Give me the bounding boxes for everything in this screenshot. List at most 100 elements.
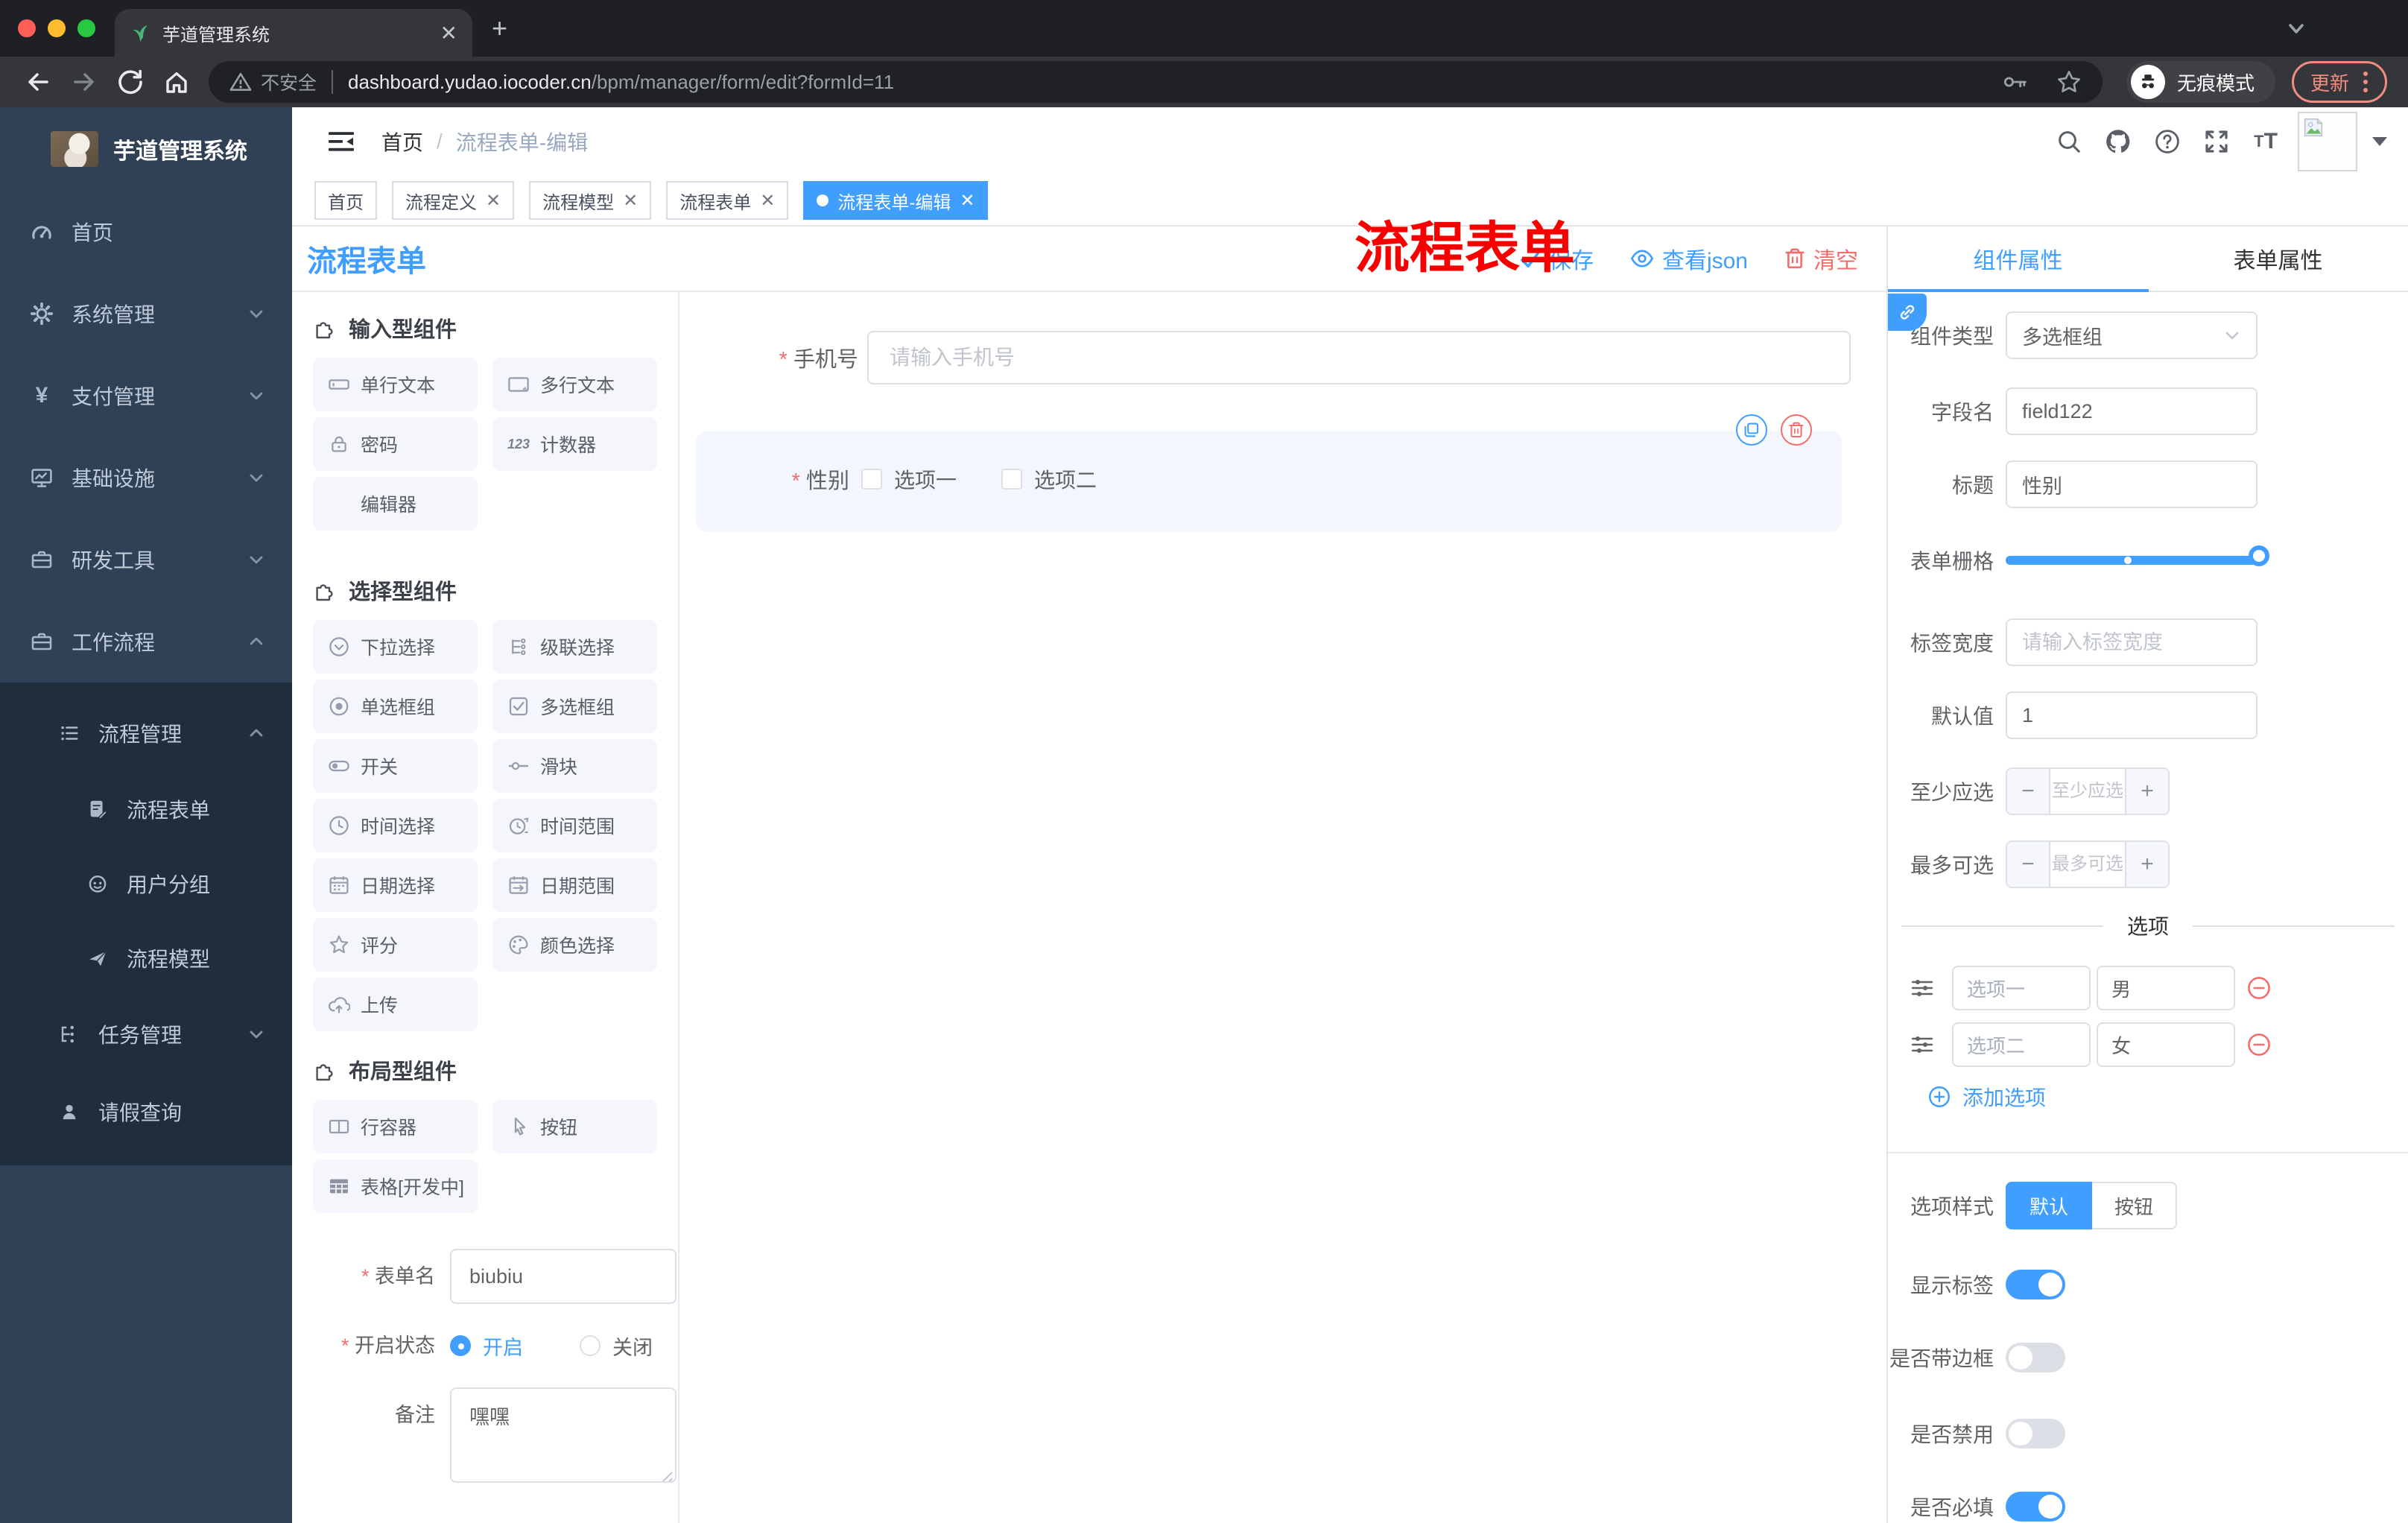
close-icon[interactable]: ✕ xyxy=(623,190,638,212)
component-chip-switch[interactable]: 开关 xyxy=(313,739,478,793)
min-select-input[interactable] xyxy=(2050,769,2125,814)
sidebar-item-payment[interactable]: ¥ 支付管理 xyxy=(0,355,292,437)
component-chip-rate[interactable]: 评分 xyxy=(313,918,478,972)
tag-process-form[interactable]: 流程表单 ✕ xyxy=(666,181,789,220)
sidebar-item-process-model[interactable]: 流程模型 xyxy=(0,921,292,995)
tab-form-props[interactable]: 表单属性 xyxy=(2148,227,2408,291)
security-label[interactable]: 不安全 xyxy=(261,69,317,95)
not-secure-icon[interactable] xyxy=(229,71,252,93)
phone-input[interactable] xyxy=(867,331,1851,384)
gender-option1-label[interactable]: 选项一 xyxy=(894,464,957,494)
default-value-input[interactable] xyxy=(2006,691,2258,739)
status-off-label[interactable]: 关闭 xyxy=(612,1332,653,1361)
label-width-input[interactable] xyxy=(2006,618,2258,666)
stepper-plus-button[interactable]: + xyxy=(2125,842,2168,887)
home-icon[interactable] xyxy=(153,68,200,96)
field-name-input[interactable] xyxy=(2006,387,2258,435)
form-name-input[interactable] xyxy=(450,1249,677,1304)
stepper-minus-button[interactable]: − xyxy=(2007,769,2050,814)
disabled-toggle[interactable] xyxy=(2006,1419,2065,1448)
option2-label-input[interactable] xyxy=(1952,1022,2091,1067)
component-chip-multi-line-text[interactable]: 多行文本 xyxy=(492,358,657,411)
drag-handle-icon[interactable] xyxy=(1910,976,1934,1000)
component-chip-button[interactable]: 按钮 xyxy=(492,1100,657,1153)
style-default-button[interactable]: 默认 xyxy=(2006,1182,2093,1229)
status-on-label[interactable]: 开启 xyxy=(483,1332,523,1361)
title-input[interactable] xyxy=(2006,460,2258,508)
status-on-radio[interactable] xyxy=(450,1335,471,1356)
close-icon[interactable]: ✕ xyxy=(960,190,975,212)
browser-menu-kebab-icon[interactable] xyxy=(2363,70,2369,94)
sidebar-item-infrastructure[interactable]: 基础设施 xyxy=(0,437,292,519)
close-icon[interactable]: ✕ xyxy=(760,190,775,212)
hamburger-collapse-icon[interactable] xyxy=(326,127,358,156)
component-chip-slider[interactable]: 滑块 xyxy=(492,739,657,793)
required-toggle[interactable] xyxy=(2006,1492,2065,1522)
component-chip-editor[interactable]: 编辑器 xyxy=(313,477,478,531)
search-icon[interactable] xyxy=(2044,128,2094,155)
tag-home[interactable]: 首页 xyxy=(314,181,377,220)
gender-option2-label[interactable]: 选项二 xyxy=(1034,464,1097,494)
canvas-phone-field[interactable]: 手机号 xyxy=(685,331,1851,384)
slider-handle[interactable] xyxy=(2249,545,2269,566)
reload-icon[interactable] xyxy=(107,69,153,95)
component-chip-password[interactable]: 密码 xyxy=(313,417,478,471)
component-chip-row-container[interactable]: 行容器 xyxy=(313,1100,478,1153)
close-icon[interactable]: ✕ xyxy=(486,190,501,212)
form-grid-slider[interactable] xyxy=(2006,536,2269,584)
form-remark-textarea[interactable]: 嘿嘿 xyxy=(450,1387,677,1483)
new-tab-button[interactable]: + xyxy=(492,15,507,42)
option1-value-input[interactable] xyxy=(2097,966,2235,1010)
remove-option-icon[interactable] xyxy=(2247,976,2271,1000)
password-key-icon[interactable] xyxy=(2001,68,2030,96)
component-chip-checkbox-group[interactable]: 多选框组 xyxy=(492,680,657,733)
add-option-button[interactable]: 添加选项 xyxy=(1928,1082,2046,1112)
sidebar-item-process-form[interactable]: 流程表单 xyxy=(0,772,292,846)
component-chip-upload[interactable]: 上传 xyxy=(313,978,478,1031)
tab-search-chevron-icon[interactable] xyxy=(2286,18,2307,39)
component-chip-cascader[interactable]: 级联选择 xyxy=(492,620,657,674)
stepper-plus-button[interactable]: + xyxy=(2125,769,2168,814)
canvas-selected-gender-field[interactable]: 性别 选项一 选项二 xyxy=(696,414,1842,532)
text-size-icon[interactable]: TT xyxy=(2241,129,2290,154)
tab-component-props[interactable]: 组件属性 xyxy=(1888,227,2148,291)
breadcrumb-home[interactable]: 首页 xyxy=(381,127,423,156)
component-chip-time-picker[interactable]: 时间选择 xyxy=(313,799,478,852)
forward-icon[interactable] xyxy=(61,68,107,96)
bookmark-star-icon[interactable] xyxy=(2056,69,2082,95)
delete-component-button[interactable] xyxy=(1781,414,1812,446)
fullscreen-icon[interactable] xyxy=(2192,128,2241,155)
clear-button[interactable]: 清空 xyxy=(1784,242,1858,275)
component-type-select[interactable]: 多选框组 xyxy=(2006,311,2258,359)
component-chip-counter[interactable]: 123 计数器 xyxy=(492,417,657,471)
max-select-input[interactable] xyxy=(2050,842,2125,887)
component-chip-color-picker[interactable]: 颜色选择 xyxy=(492,918,657,972)
form-canvas[interactable]: 手机号 xyxy=(679,292,1886,1523)
sidebar-item-home[interactable]: 首页 xyxy=(0,191,292,273)
sidebar-item-user-group[interactable]: 用户分组 xyxy=(0,846,292,921)
tag-process-model[interactable]: 流程模型 ✕ xyxy=(529,181,652,220)
sidebar-item-dev-tools[interactable]: 研发工具 xyxy=(0,519,292,601)
component-chip-time-range[interactable]: 时间范围 xyxy=(492,799,657,852)
component-chip-radio-group[interactable]: 单选框组 xyxy=(313,680,478,733)
update-button[interactable]: 更新 xyxy=(2291,61,2387,103)
status-off-radio[interactable] xyxy=(580,1335,601,1356)
component-chip-table[interactable]: 表格[开发中] xyxy=(313,1159,478,1213)
gender-option2-checkbox[interactable] xyxy=(1001,469,1023,490)
component-chip-select[interactable]: 下拉选择 xyxy=(313,620,478,674)
style-button-button[interactable]: 按钮 xyxy=(2092,1182,2178,1229)
view-json-button[interactable]: 查看json xyxy=(1629,242,1748,275)
link-tag-button[interactable] xyxy=(1888,294,1927,331)
stepper-minus-button[interactable]: − xyxy=(2007,842,2050,887)
option2-value-input[interactable] xyxy=(2097,1022,2235,1067)
component-chip-date-picker[interactable]: 日期选择 xyxy=(313,858,478,912)
sidebar-item-leave-query[interactable]: 请假查询 xyxy=(0,1073,292,1150)
minimize-window-button[interactable] xyxy=(48,19,66,37)
component-chip-single-line-text[interactable]: 单行文本 xyxy=(313,358,478,411)
address-bar[interactable]: 不安全 dashboard.yudao.iocoder.cn/bpm/manag… xyxy=(209,61,2103,103)
browser-tab[interactable]: 芋道管理系统 ✕ xyxy=(115,9,472,57)
sidebar-item-task-management[interactable]: 任务管理 xyxy=(0,995,292,1073)
sidebar-item-system[interactable]: 系统管理 xyxy=(0,273,292,355)
component-chip-date-range[interactable]: 日期范围 xyxy=(492,858,657,912)
back-icon[interactable] xyxy=(15,68,61,96)
